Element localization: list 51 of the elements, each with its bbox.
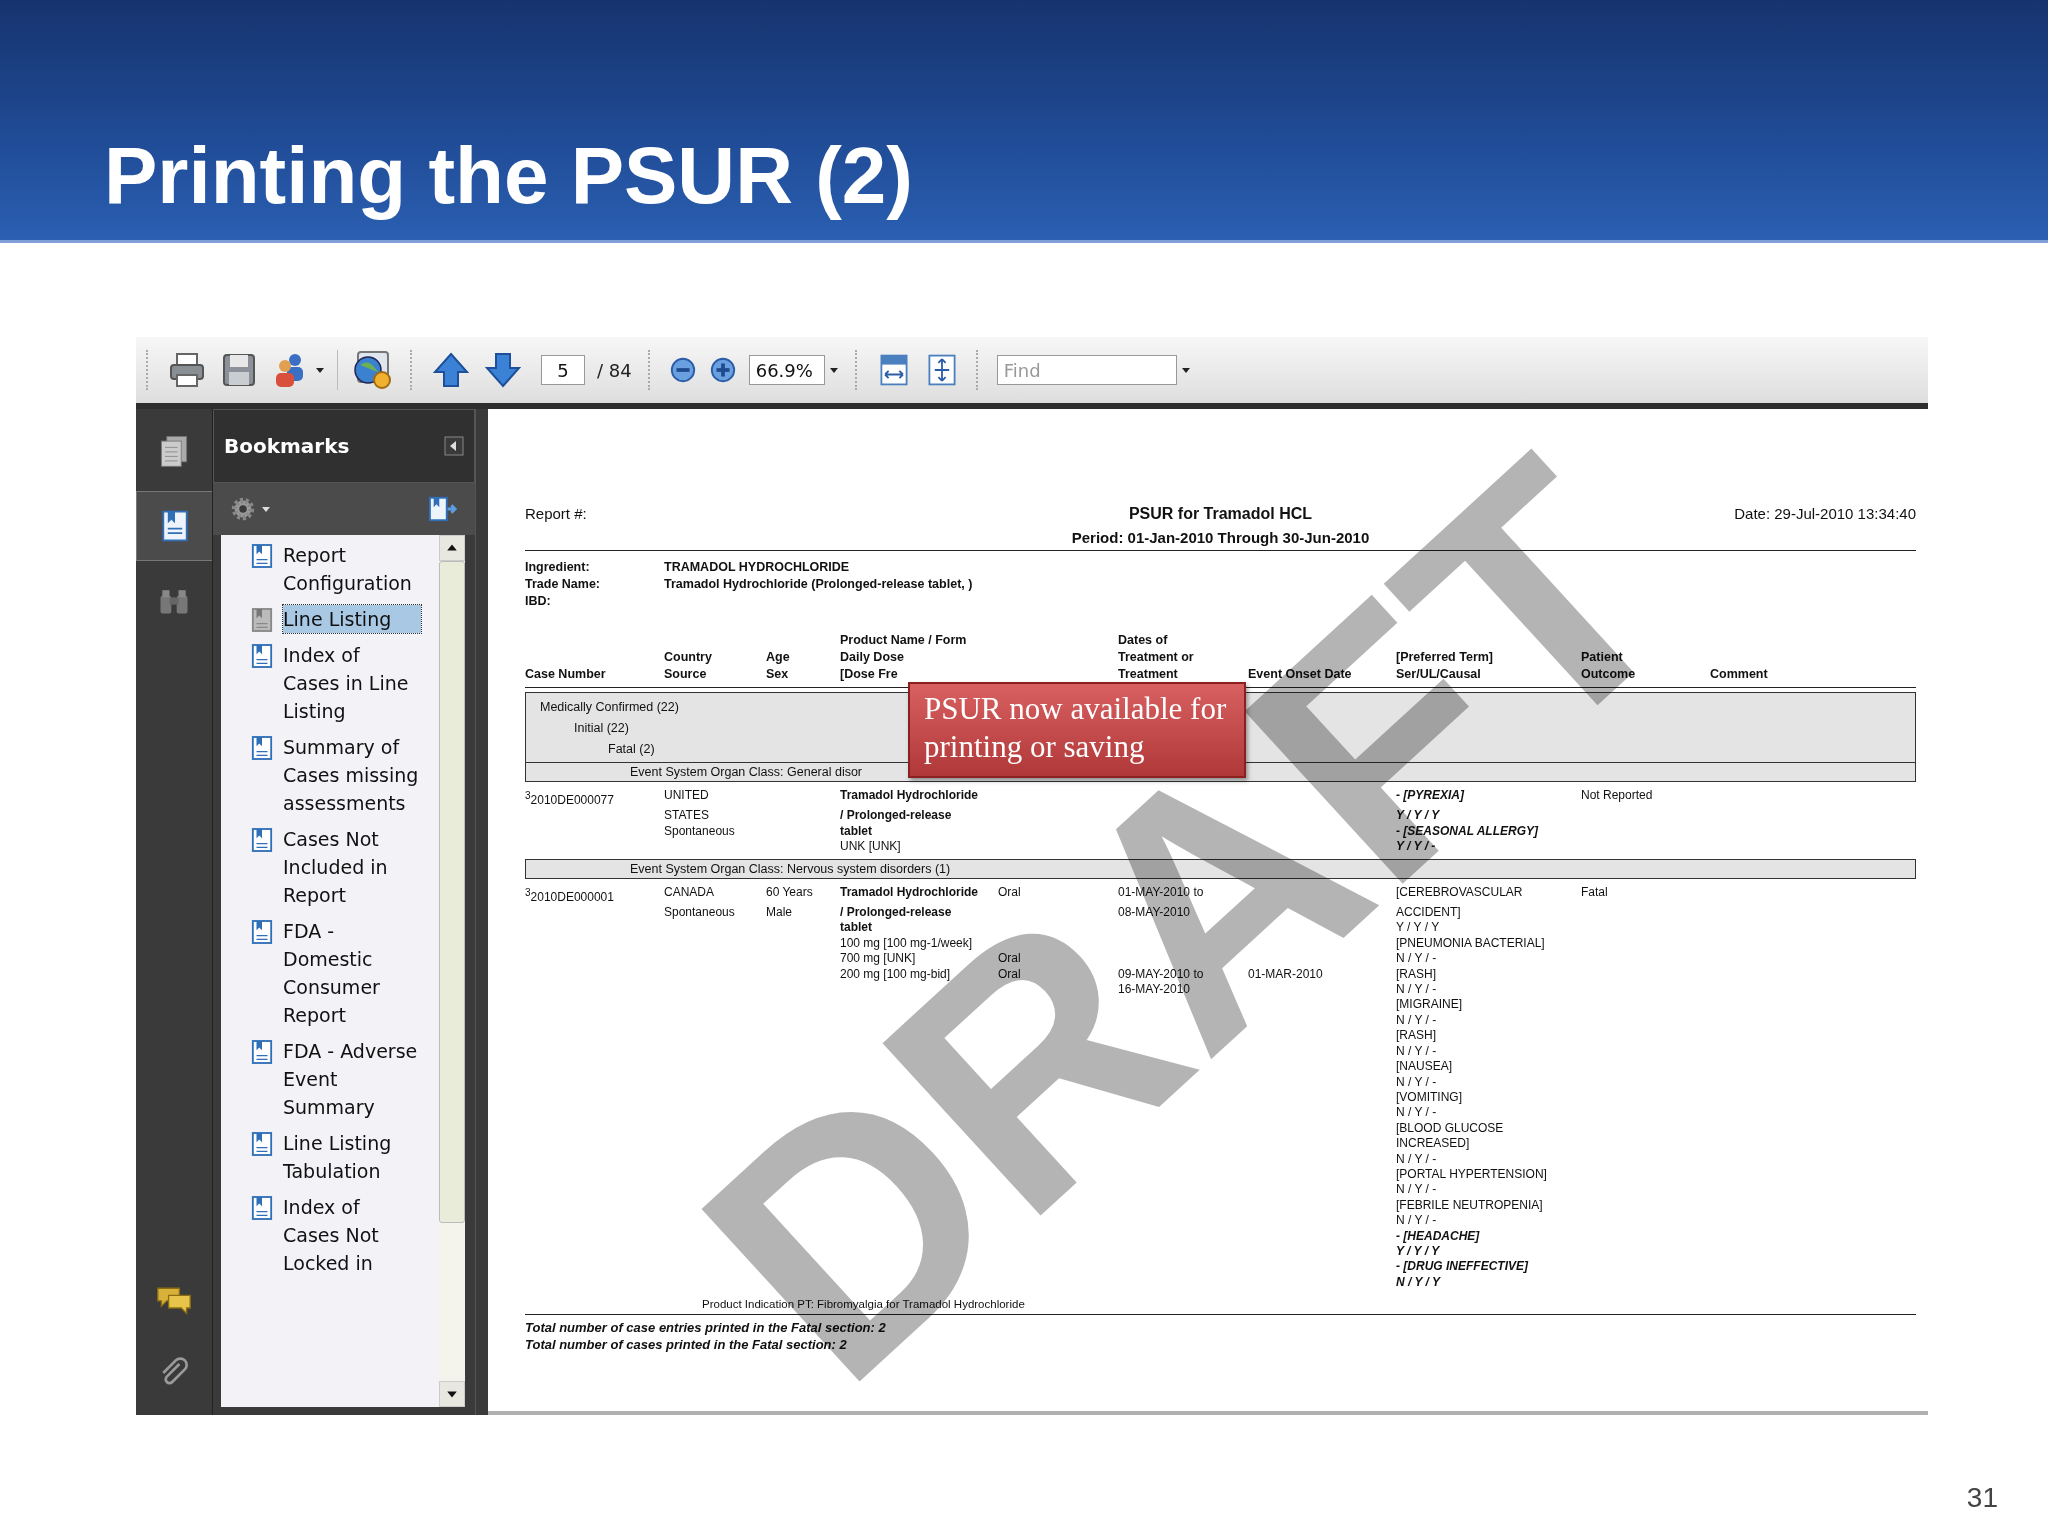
bookmark-icon (251, 919, 273, 945)
arrow-down-icon[interactable] (483, 350, 523, 390)
bookmark-arrow-icon[interactable] (427, 495, 459, 523)
caret-icon (828, 365, 839, 375)
report-date: Date: 29-Jul-2010 13:34:40 (1734, 505, 1916, 523)
bookmark-icon (251, 1195, 273, 1221)
bookmark-item[interactable]: Cases Not Included in Report (283, 825, 421, 909)
field-label: IBD: (525, 593, 552, 610)
bookmark-icon (251, 1131, 273, 1157)
bookmark-item[interactable]: Report Configuration (283, 541, 421, 597)
group-label: Initial (22) (574, 720, 629, 737)
table-cell-text: $^{3}$2010DE000077 (525, 789, 615, 809)
bookmark-item[interactable]: Line Listing Tabulation (283, 1129, 421, 1185)
group-label: Medically Confirmed (22) (540, 699, 679, 716)
column-header: Case Number (525, 666, 607, 683)
bookmark-icon (251, 827, 273, 853)
column-header: Comment (1710, 666, 1769, 683)
bookmark-icon (251, 543, 273, 569)
scrollbar[interactable] (439, 535, 465, 1407)
print-icon[interactable] (167, 350, 207, 390)
bookmark-item[interactable]: Index of Cases in Line Listing (283, 641, 421, 725)
bookmark-icon (251, 607, 273, 633)
scroll-thumb[interactable] (439, 561, 465, 1223)
page-count: / 84 (597, 359, 632, 381)
options-button[interactable] (229, 495, 271, 523)
zoom-out-icon[interactable] (668, 356, 697, 384)
bookmark-icon (251, 643, 273, 669)
bookmark-item[interactable]: FDA - Domestic Consumer Report (283, 917, 421, 1029)
slide-title: Printing the PSUR (2) (104, 132, 913, 220)
bookmark-item[interactable]: Line Listing (283, 605, 421, 633)
panel-title: Bookmarks (224, 434, 350, 458)
caret-icon (261, 504, 271, 514)
collapse-button[interactable] (444, 436, 464, 456)
page-number-field[interactable]: 5 (541, 355, 585, 385)
table-cell-text: $^{3}$2010DE000001 (525, 885, 615, 906)
caret-icon (1180, 365, 1191, 375)
arrow-up-icon[interactable] (431, 350, 471, 390)
slide-number: 31 (1966, 1482, 1998, 1514)
bookmark-item[interactable]: FDA - Adverse Event Summary (283, 1037, 421, 1121)
bookmark-item[interactable]: Summary of Cases missing assessments (283, 733, 421, 817)
field-label: Trade Name: (525, 576, 602, 593)
field-label: Ingredient: (525, 559, 591, 576)
bookmark-icon (251, 1039, 273, 1065)
zoom-in-icon[interactable] (708, 356, 737, 384)
bookmark-item[interactable]: Index of Cases Not Locked in (283, 1193, 421, 1277)
bookmark-icon (251, 735, 273, 761)
group-label: Fatal (2) (608, 741, 655, 758)
caret-icon (315, 365, 325, 375)
nav-tab[interactable] (136, 491, 212, 561)
gear-icon (229, 495, 257, 523)
report-number-label: Report #: (525, 505, 588, 523)
